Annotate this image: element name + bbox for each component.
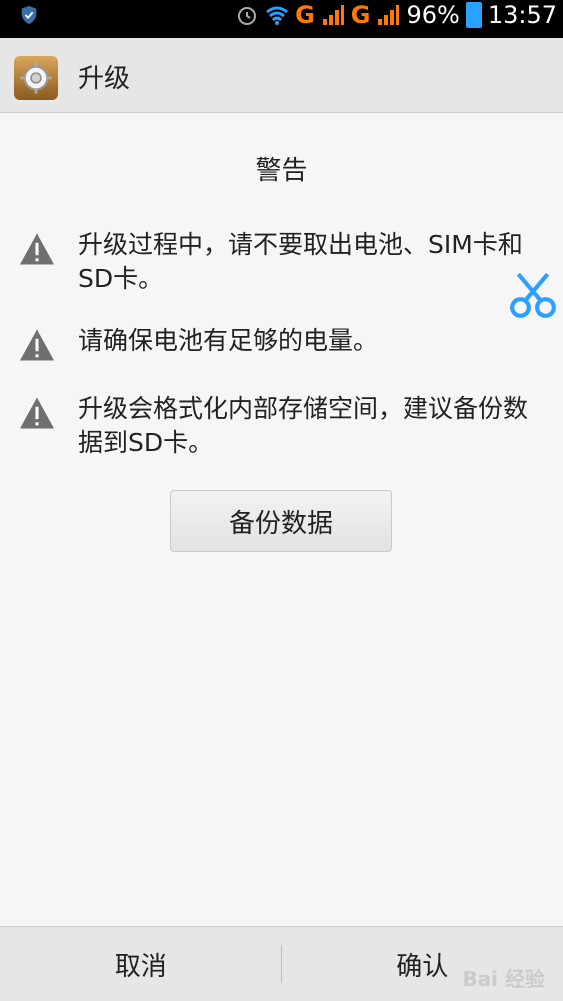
battery-icon xyxy=(466,2,482,28)
battery-percent: 96% xyxy=(406,0,459,30)
warning-item: 升级过程中，请不要取出电池、SIM卡和SD卡。 xyxy=(18,228,558,296)
warning-icon xyxy=(18,232,56,266)
warning-text: 升级过程中，请不要取出电池、SIM卡和SD卡。 xyxy=(78,228,548,296)
signal-icon xyxy=(376,3,400,27)
warning-item: 请确保电池有足够的电量。 xyxy=(18,324,558,362)
shield-icon xyxy=(18,4,40,26)
watermark: Bai 经验 xyxy=(462,963,545,992)
signal-icon xyxy=(321,3,345,27)
warning-icon xyxy=(18,396,56,430)
warning-heading: 警告 xyxy=(0,150,563,187)
alarm-icon xyxy=(235,3,259,27)
clock: 13:57 xyxy=(488,0,557,30)
scissors-icon[interactable] xyxy=(508,270,558,320)
app-bar: 升级 xyxy=(0,38,563,113)
page-title: 升级 xyxy=(78,58,130,95)
wifi-icon xyxy=(265,3,289,27)
status-bar: G G 96% 13:57 xyxy=(0,0,563,38)
warning-text: 请确保电池有足够的电量。 xyxy=(78,324,548,358)
warning-item: 升级会格式化内部存储空间，建议备份数据到SD卡。 xyxy=(18,392,558,460)
gear-icon xyxy=(14,56,58,100)
backup-data-button[interactable]: 备份数据 xyxy=(170,490,392,552)
warning-text: 升级会格式化内部存储空间，建议备份数据到SD卡。 xyxy=(78,392,548,460)
network-type-1: G xyxy=(295,0,315,30)
network-type-2: G xyxy=(351,0,371,30)
cancel-button[interactable]: 取消 xyxy=(0,927,282,1001)
status-bar-right: G G 96% 13:57 xyxy=(235,0,557,30)
warning-icon xyxy=(18,328,56,362)
button-divider xyxy=(281,945,282,983)
